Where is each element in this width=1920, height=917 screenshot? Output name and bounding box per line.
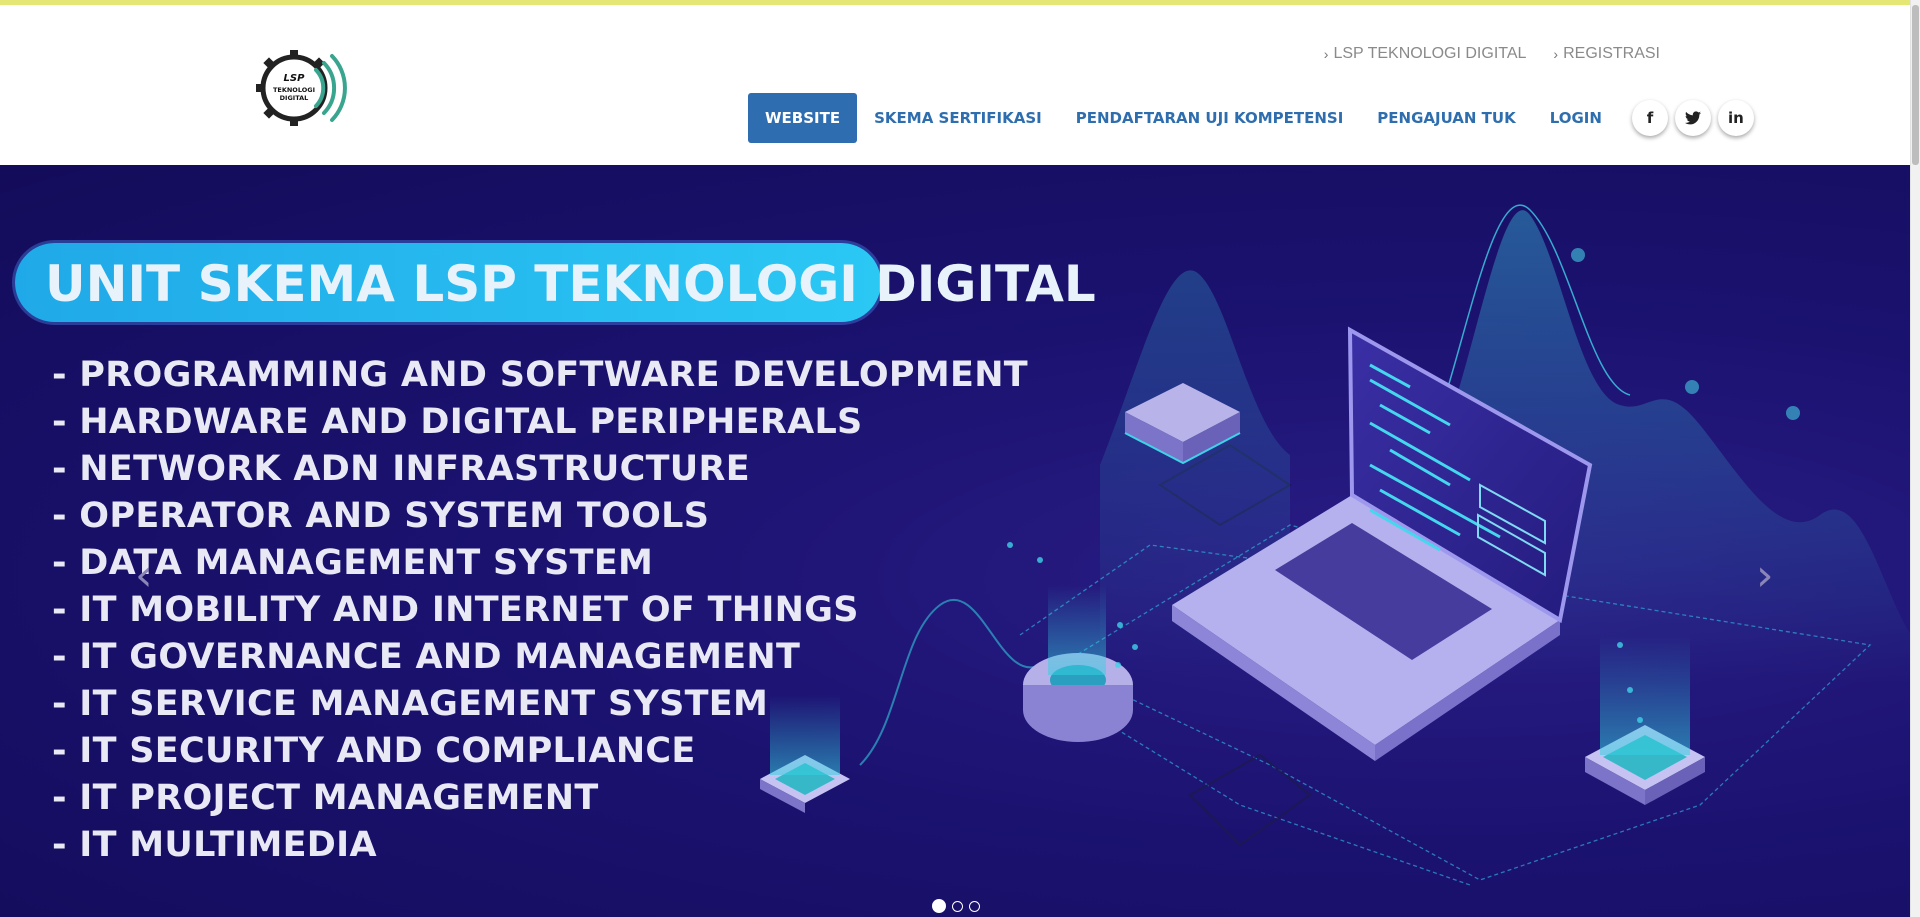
list-item: - IT MOBILITY AND INTERNET OF THINGS — [52, 590, 859, 630]
list-item: - IT SERVICE MANAGEMENT SYSTEM — [52, 684, 769, 724]
logo-text-mid: TEKNOLOGI — [273, 86, 315, 94]
list-item: - HARDWARE AND DIGITAL PERIPHERALS — [52, 402, 863, 442]
slider-prev-icon[interactable]: ‹ — [135, 550, 153, 601]
list-item: - IT PROJECT MANAGEMENT — [52, 778, 599, 818]
scrollbar-thumb[interactable] — [1912, 5, 1919, 165]
main-nav: WEBSITE SKEMA SERTIFIKASI PENDAFTARAN UJ… — [748, 93, 1754, 143]
slider-dot-2[interactable] — [952, 901, 963, 912]
list-item: - OPERATOR AND SYSTEM TOOLS — [52, 496, 710, 536]
chevron-right-icon: › — [1553, 46, 1559, 62]
nav-login[interactable]: LOGIN — [1533, 93, 1619, 143]
unit-skema-list: - PROGRAMMING AND SOFTWARE DEVELOPMENT -… — [52, 352, 1028, 869]
site-header: LSP TEKNOLOGI DIGITAL › LSP TEKNOLOGI DIG… — [0, 5, 1911, 165]
nav-pengajuan-tuk[interactable]: PENGAJUAN TUK — [1360, 93, 1532, 143]
twitter-icon[interactable] — [1674, 100, 1711, 136]
logo-text-top: LSP — [284, 73, 306, 84]
slider-pagination — [932, 899, 980, 913]
top-secondary-nav: › LSP TEKNOLOGI DIGITAL › REGISTRASI — [1324, 45, 1660, 63]
facebook-icon[interactable]: f — [1631, 100, 1668, 136]
list-item: - IT SECURITY AND COMPLIANCE — [52, 731, 696, 771]
hero-title-badge: UNIT SKEMA LSP TEKNOLOGI DIGITAL — [15, 243, 1096, 322]
top-link-lsp[interactable]: › LSP TEKNOLOGI DIGITAL — [1324, 45, 1527, 63]
linkedin-icon[interactable]: in — [1717, 100, 1754, 136]
logo-text-bot: DIGITAL — [280, 94, 309, 102]
nav-skema-sertifikasi[interactable]: SKEMA SERTIFIKASI — [857, 93, 1059, 143]
hero-slider: UNIT SKEMA LSP TEKNOLOGI DIGITAL - PROGR… — [0, 165, 1911, 917]
list-item: - IT MULTIMEDIA — [52, 825, 377, 865]
list-item: - NETWORK ADN INFRASTRUCTURE — [52, 449, 750, 489]
nav-website[interactable]: WEBSITE — [748, 93, 858, 143]
slider-dot-1[interactable] — [932, 899, 946, 913]
social-links: f in — [1631, 100, 1754, 136]
list-item: - PROGRAMMING AND SOFTWARE DEVELOPMENT — [52, 355, 1028, 395]
top-link-label: LSP TEKNOLOGI DIGITAL — [1333, 45, 1527, 62]
chevron-right-icon: › — [1323, 46, 1329, 62]
list-item: - IT GOVERNANCE AND MANAGEMENT — [52, 637, 801, 677]
page-scrollbar[interactable] — [1910, 0, 1920, 917]
lsp-logo[interactable]: LSP TEKNOLOGI DIGITAL — [244, 37, 352, 139]
nav-pendaftaran-uji-kompetensi[interactable]: PENDAFTARAN UJI KOMPETENSI — [1059, 93, 1361, 143]
slider-next-icon[interactable]: › — [1756, 550, 1774, 601]
top-link-registrasi[interactable]: › REGISTRASI — [1553, 45, 1660, 63]
top-link-label: REGISTRASI — [1563, 45, 1660, 62]
slider-dot-3[interactable] — [969, 901, 980, 912]
list-item: - DATA MANAGEMENT SYSTEM — [52, 543, 654, 583]
hero-title: UNIT SKEMA LSP TEKNOLOGI DIGITAL — [45, 255, 1096, 313]
